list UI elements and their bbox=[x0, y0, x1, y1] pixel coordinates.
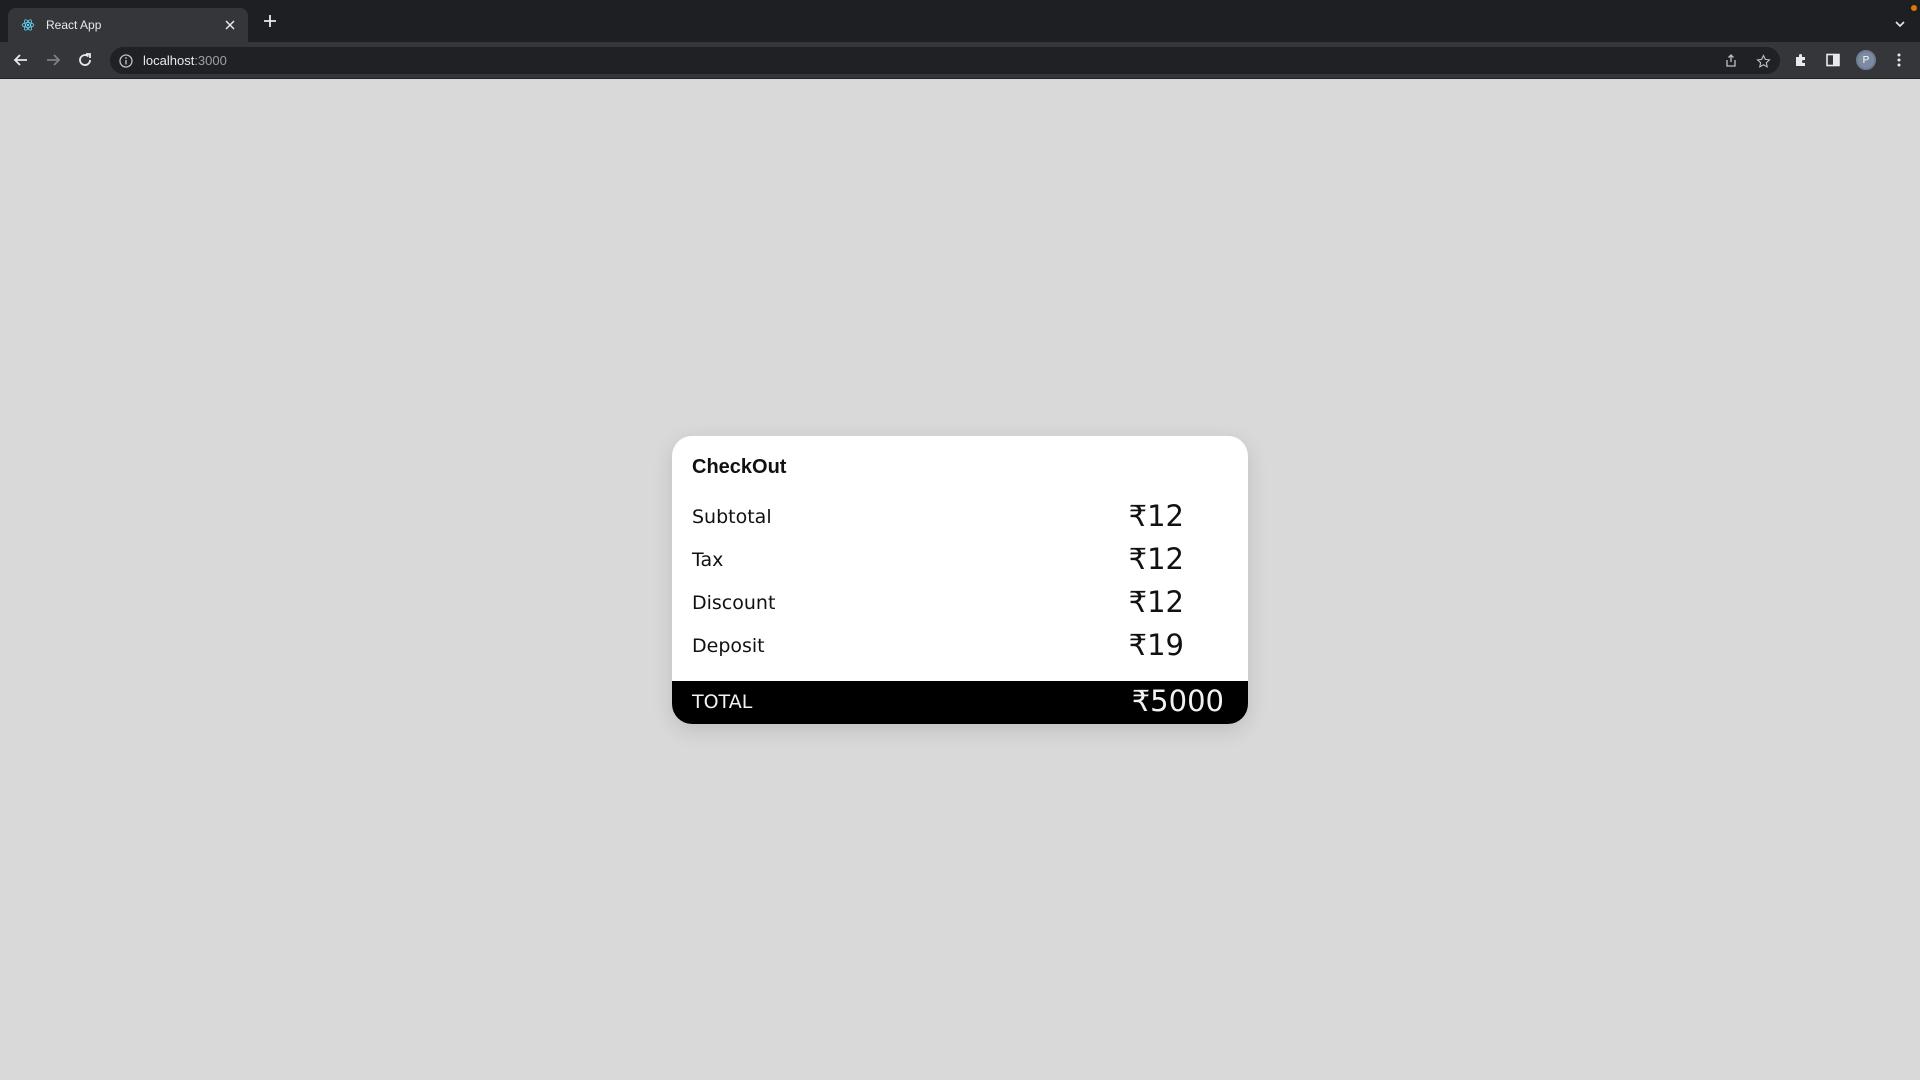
subtotal-value: ₹12 bbox=[1128, 499, 1184, 533]
checkout-card: CheckOut Subtotal ₹12 Tax ₹12 Discount ₹… bbox=[672, 436, 1248, 724]
checkout-title: CheckOut bbox=[692, 456, 787, 478]
more-icon[interactable] bbox=[1890, 51, 1908, 69]
total-bar: TOTAL ₹5000 bbox=[672, 681, 1248, 724]
share-icon[interactable] bbox=[1722, 52, 1740, 70]
total-label: TOTAL bbox=[692, 691, 753, 713]
tax-value: ₹12 bbox=[1128, 542, 1184, 576]
discount-value: ₹12 bbox=[1128, 585, 1184, 619]
browser-toolbar: localhost:3000 P bbox=[0, 42, 1920, 79]
profile-avatar[interactable]: P bbox=[1856, 50, 1876, 70]
close-icon[interactable] bbox=[222, 17, 238, 33]
back-icon[interactable] bbox=[12, 51, 30, 69]
browser-tabstrip: React App bbox=[0, 0, 1920, 42]
star-icon[interactable] bbox=[1754, 52, 1772, 70]
discount-label: Discount bbox=[692, 592, 776, 614]
url-text: localhost:3000 bbox=[143, 53, 227, 68]
chevron-down-icon[interactable] bbox=[1894, 17, 1906, 29]
discount-row: Discount ₹12 bbox=[692, 585, 1228, 619]
notification-dot bbox=[1911, 5, 1917, 11]
reload-icon[interactable] bbox=[76, 51, 94, 69]
tax-row: Tax ₹12 bbox=[692, 542, 1228, 576]
tab-title: React App bbox=[46, 18, 102, 32]
tax-label: Tax bbox=[692, 549, 724, 571]
extensions-icon[interactable] bbox=[1792, 51, 1810, 69]
info-icon[interactable] bbox=[118, 53, 134, 69]
browser-tab[interactable]: React App bbox=[8, 8, 248, 42]
address-bar[interactable]: localhost:3000 bbox=[110, 47, 1780, 74]
deposit-label: Deposit bbox=[692, 635, 765, 657]
side-panel-icon[interactable] bbox=[1824, 51, 1842, 69]
react-favicon-icon bbox=[20, 17, 36, 33]
deposit-value: ₹19 bbox=[1128, 628, 1184, 662]
url-port: :3000 bbox=[194, 53, 227, 68]
subtotal-label: Subtotal bbox=[692, 506, 772, 528]
url-host: localhost bbox=[143, 53, 195, 68]
total-value: ₹5000 bbox=[1131, 684, 1224, 718]
deposit-row: Deposit ₹19 bbox=[692, 628, 1228, 662]
plus-icon[interactable] bbox=[262, 13, 278, 29]
subtotal-row: Subtotal ₹12 bbox=[692, 499, 1228, 533]
forward-icon[interactable] bbox=[44, 51, 62, 69]
